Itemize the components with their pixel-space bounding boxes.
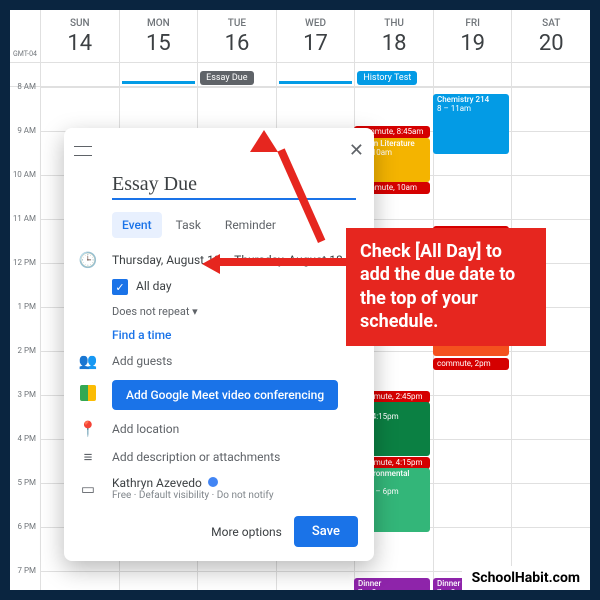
calendar-owner[interactable]: Kathryn Azevedo Free · Default visibilit…: [112, 476, 356, 501]
drag-handle-icon[interactable]: [74, 146, 92, 156]
annotation-callout: Check [All Day] to add the due date to t…: [346, 228, 546, 346]
tab-task[interactable]: Task: [166, 212, 211, 238]
grid-cell[interactable]: [40, 88, 119, 131]
add-guests-input[interactable]: Add guests: [112, 354, 356, 368]
more-options-button[interactable]: More options: [211, 525, 282, 539]
grid-cell[interactable]: [433, 484, 512, 527]
hour-label: 9 AM: [10, 126, 40, 175]
grid-cell[interactable]: [276, 572, 355, 590]
grid-cell[interactable]: [511, 88, 590, 131]
day-col[interactable]: WED17: [276, 10, 355, 62]
event-commute[interactable]: commute, 2pm: [433, 358, 509, 370]
grid-cell[interactable]: [511, 352, 590, 395]
allday-essay-due[interactable]: Essay Due: [197, 63, 276, 86]
day-col[interactable]: FRI19: [433, 10, 512, 62]
grid-cell[interactable]: [276, 88, 355, 131]
event-title-input[interactable]: [112, 171, 356, 200]
add-location-input[interactable]: Add location: [112, 422, 356, 436]
hour-label: 1 PM: [10, 302, 40, 351]
annotation-arrowhead: [250, 130, 278, 152]
allday-row: Essay Due History Test: [10, 63, 590, 87]
grid-cell[interactable]: [119, 572, 198, 590]
event-dinner[interactable]: Dinner7 – 8pm: [354, 578, 430, 590]
add-meet-button[interactable]: Add Google Meet video conferencing: [112, 380, 338, 410]
allday-checkbox[interactable]: ✓All day: [112, 279, 356, 295]
grid-cell[interactable]: [433, 396, 512, 439]
people-icon: 👥: [78, 352, 98, 370]
grid-cell[interactable]: [197, 88, 276, 131]
hour-label: 12 PM: [10, 258, 40, 307]
week-header: GMT-04 SUN14 MON15 TUE16 WED17 THU18 FRI…: [10, 10, 590, 63]
repeat-dropdown[interactable]: Does not repeat ▾: [112, 305, 356, 318]
grid-cell[interactable]: [511, 176, 590, 219]
hour-label: 7 PM: [10, 566, 40, 590]
allday-history-test[interactable]: History Test: [354, 63, 433, 86]
hour-label: 6 PM: [10, 522, 40, 571]
timezone-label: GMT-04: [10, 10, 40, 62]
hour-label: 11 AM: [10, 214, 40, 263]
day-col[interactable]: TUE16: [197, 10, 276, 62]
annotation-arrowhead: [202, 254, 220, 274]
grid-cell[interactable]: [119, 88, 198, 131]
hour-label: 4 PM: [10, 434, 40, 483]
add-description-input[interactable]: Add description or attachments: [112, 450, 356, 464]
close-icon[interactable]: ✕: [349, 140, 364, 161]
meet-icon: [78, 385, 98, 405]
watermark: SchoolHabit.com: [462, 566, 590, 590]
day-col[interactable]: MON15: [119, 10, 198, 62]
event-create-panel: ✕ Event Task Reminder 🕒 Thursday, August…: [64, 128, 374, 561]
day-col[interactable]: SAT20: [511, 10, 590, 62]
find-a-time-link[interactable]: Find a time: [112, 328, 356, 342]
description-icon: ≡: [78, 448, 98, 466]
tab-event[interactable]: Event: [112, 212, 162, 238]
grid-cell[interactable]: [511, 484, 590, 527]
save-button[interactable]: Save: [294, 516, 358, 547]
hour-label: 2 PM: [10, 346, 40, 395]
hour-label: 3 PM: [10, 390, 40, 439]
calendar-icon: ▭: [78, 480, 98, 498]
day-col[interactable]: THU18: [354, 10, 433, 62]
grid-cell[interactable]: [511, 440, 590, 483]
grid-cell[interactable]: [433, 440, 512, 483]
location-icon: 📍: [78, 420, 98, 438]
grid-cell[interactable]: [511, 396, 590, 439]
day-col[interactable]: SUN14: [40, 10, 119, 62]
annotation-arrow: [218, 258, 348, 266]
clock-icon: 🕒: [78, 251, 98, 269]
hour-label: 10 AM: [10, 170, 40, 219]
grid-cell[interactable]: [40, 572, 119, 590]
grid-cell[interactable]: [433, 176, 512, 219]
grid-cell[interactable]: [354, 88, 433, 131]
grid-cell[interactable]: [511, 132, 590, 175]
tab-reminder[interactable]: Reminder: [215, 212, 286, 238]
grid-cell[interactable]: [511, 528, 590, 571]
hour-label: 8 AM: [10, 82, 40, 131]
hour-label: 5 PM: [10, 478, 40, 527]
event-chemistry[interactable]: Chemistry 2148 – 11am: [433, 94, 509, 154]
grid-cell[interactable]: [433, 528, 512, 571]
grid-cell[interactable]: [197, 572, 276, 590]
